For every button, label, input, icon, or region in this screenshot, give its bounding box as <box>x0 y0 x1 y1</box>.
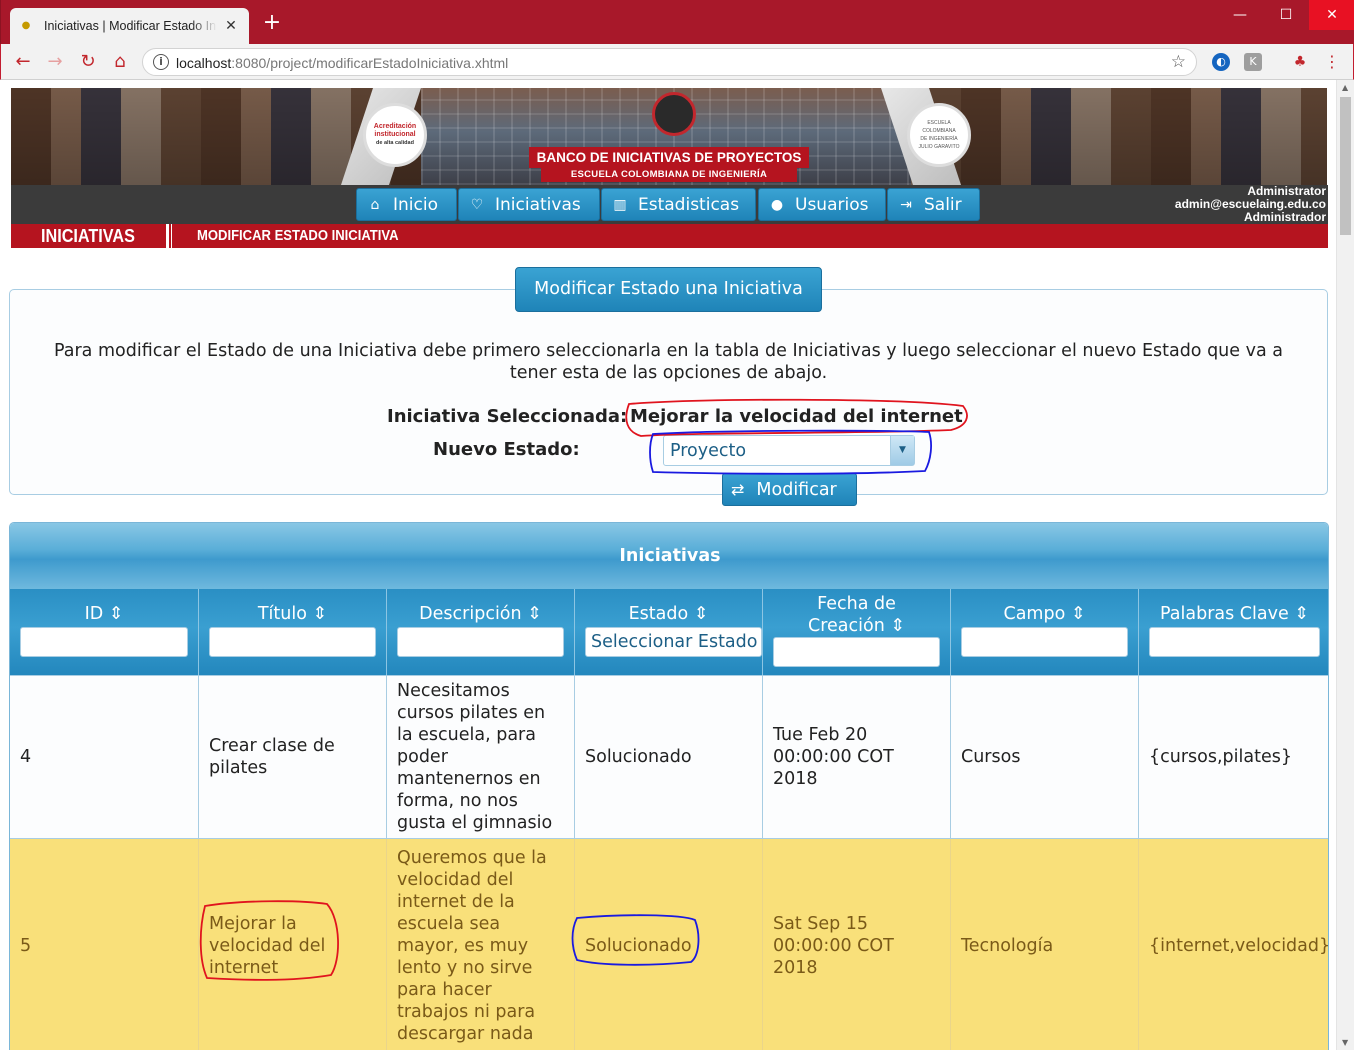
extension-icon[interactable]: ◐ <box>1212 53 1230 71</box>
banner-subtitle: ESCUELA COLOMBIANA DE INGENIERÍA <box>541 168 797 182</box>
vertical-scrollbar[interactable]: ▲ ▼ <box>1336 80 1354 1050</box>
maximize-button[interactable]: ☐ <box>1263 0 1309 30</box>
filter-campo-input[interactable] <box>961 627 1128 657</box>
address-bar[interactable]: i localhost:8080/project/modificarEstado… <box>142 48 1197 76</box>
filter-estado-select[interactable]: Seleccionar Estado <box>585 627 762 657</box>
browser-toolbar: ← → ↻ ⌂ i localhost:8080/project/modific… <box>0 44 1354 80</box>
browser-tab[interactable]: ● Iniciativas | Modificar Estado Iniciat… <box>10 8 249 44</box>
home-icon[interactable]: ⌂ <box>108 50 132 74</box>
banner-title: BANCO DE INICIATIVAS DE PROYECTOS <box>529 147 809 168</box>
column-header-fecha[interactable]: Fecha de Creación ⇕ <box>763 589 951 675</box>
scroll-down-icon[interactable]: ▼ <box>1342 1038 1348 1047</box>
header-banner: Acreditación institucional de alta calid… <box>11 88 1327 185</box>
cell-titulo: Mejorar la velocidad del internet <box>199 839 387 1050</box>
cell-estado: Solucionado <box>575 839 763 1050</box>
cell-descripcion: Queremos que la velocidad del internet d… <box>387 839 575 1050</box>
cell-campo: Cursos <box>951 676 1139 838</box>
bar-chart-icon: ▥ <box>613 196 627 213</box>
sign-out-icon: ⇥ <box>900 196 912 213</box>
bookmark-star-icon[interactable]: ☆ <box>1171 52 1186 72</box>
cell-palabras: {internet,velocidad} <box>1149 936 1329 956</box>
cell-titulo: Crear clase de pilates <box>199 676 387 838</box>
back-icon[interactable]: ← <box>11 50 35 74</box>
swap-arrows-icon: ⇄ <box>731 480 745 499</box>
tab-title: Iniciativas | Modificar Estado Iniciativ… <box>44 19 217 33</box>
breadcrumb-page: MODIFICAR ESTADO INICIATIVA <box>197 228 399 244</box>
accreditation-seal-logo: Acreditación institucional de alta calid… <box>363 103 427 167</box>
browser-titlebar: ● Iniciativas | Modificar Estado Iniciat… <box>0 0 1354 44</box>
cell-estado: Solucionado <box>575 676 763 838</box>
initiatives-table: Iniciativas ID ⇕ Título ⇕ Descripción ⇕ … <box>9 522 1329 1050</box>
column-header-id[interactable]: ID ⇕ <box>10 589 199 675</box>
instructions-text: Para modificar el Estado de una Iniciati… <box>54 341 1283 383</box>
modificar-button[interactable]: ⇄ Modificar <box>722 473 857 506</box>
cell-palabras: {cursos,pilates} <box>1149 747 1292 767</box>
user-role: Administrador <box>1243 210 1326 224</box>
minimize-button[interactable]: — <box>1217 0 1263 30</box>
table-header: ID ⇕ Título ⇕ Descripción ⇕ Estado ⇕ Sel… <box>10 589 1328 675</box>
chevron-down-icon[interactable]: ▼ <box>890 436 914 465</box>
filter-descripcion-input[interactable] <box>397 627 564 657</box>
browser-menu-icon[interactable]: ⋮ <box>1323 53 1341 71</box>
menu-estadisticas-button[interactable]: ▥ Estadisticas <box>601 188 756 221</box>
table-row[interactable]: 4 Crear clase de pilates Necesitamos cur… <box>10 675 1328 838</box>
selected-initiative-label: Iniciativa Seleccionada: <box>387 406 628 427</box>
new-state-select[interactable]: Proyecto ▼ <box>663 435 915 466</box>
column-header-titulo[interactable]: Título ⇕ <box>199 589 387 675</box>
close-tab-icon[interactable]: ✕ <box>223 18 239 34</box>
home-icon: ⌂ <box>370 196 380 213</box>
favicon-icon: ● <box>21 20 31 31</box>
user-info: Administrator admin@escuelaing.edu.co Ad… <box>1175 185 1326 224</box>
page-viewport: Acreditación institucional de alta calid… <box>1 80 1336 1050</box>
cell-id: 4 <box>10 676 199 838</box>
menu-iniciativas-button[interactable]: ♡ Iniciativas <box>458 188 600 221</box>
table-row-selected[interactable]: 5 Mejorar la velocidad del internet Quer… <box>10 838 1329 1050</box>
cell-id: 5 <box>10 839 199 1050</box>
cell-campo: Tecnología <box>951 839 1139 1050</box>
new-state-label: Nuevo Estado: <box>433 439 580 460</box>
extension-icon[interactable]: K <box>1244 53 1262 71</box>
cell-fecha: Sat Sep 15 00:00:00 COT 2018 <box>763 839 951 1050</box>
new-state-value: Proyecto <box>670 441 747 461</box>
extension-icon[interactable]: ♣ <box>1291 53 1309 71</box>
close-window-button[interactable]: ✕ <box>1309 0 1354 30</box>
info-icon[interactable]: i <box>153 54 169 70</box>
cell-descripcion: Necesitamos cursos pilates en la escuela… <box>387 676 575 838</box>
column-header-descripcion[interactable]: Descripción ⇕ <box>387 589 575 675</box>
lightbulb-icon: ♡ <box>470 196 484 213</box>
table-caption: Iniciativas <box>10 523 1328 589</box>
menu-inicio-button[interactable]: ⌂ Inicio <box>356 188 457 221</box>
breadcrumb: INICIATIVAS MODIFICAR ESTADO INICIATIVA <box>11 224 1328 248</box>
form-legend[interactable]: Modificar Estado una Iniciativa <box>515 267 822 312</box>
column-header-estado[interactable]: Estado ⇕ Seleccionar Estado <box>575 589 763 675</box>
scroll-up-icon[interactable]: ▲ <box>1342 83 1348 92</box>
menu-salir-button[interactable]: ⇥ Salir <box>887 188 980 221</box>
column-header-palabras[interactable]: Palabras Clave ⇕ <box>1139 589 1328 675</box>
cell-fecha: Tue Feb 20 00:00:00 COT 2018 <box>763 676 951 838</box>
menu-usuarios-button[interactable]: ● Usuarios <box>758 188 886 221</box>
institution-emblem-icon <box>652 92 696 136</box>
filter-palabras-input[interactable] <box>1149 627 1320 657</box>
filter-titulo-input[interactable] <box>209 627 376 657</box>
filter-id-input[interactable] <box>20 627 188 657</box>
user-icon: ● <box>770 196 784 213</box>
scroll-thumb[interactable] <box>1340 97 1351 235</box>
main-menu: ⌂ Inicio ♡ Iniciativas ▥ Estadisticas ● … <box>11 185 1328 224</box>
new-tab-button[interactable]: + <box>261 12 283 34</box>
reload-icon[interactable]: ↻ <box>76 50 100 74</box>
forward-icon[interactable]: → <box>43 50 67 74</box>
column-header-campo[interactable]: Campo ⇕ <box>951 589 1139 675</box>
school-seal-logo: ESCUELA COLOMBIANA DE INGENIERÍA JULIO G… <box>907 103 971 167</box>
breadcrumb-section[interactable]: INICIATIVAS <box>41 224 135 248</box>
url-text[interactable]: localhost:8080/project/modificarEstadoIn… <box>176 55 508 71</box>
selected-initiative-value: Mejorar la velocidad del internet <box>630 406 963 427</box>
filter-fecha-input[interactable] <box>773 637 940 667</box>
